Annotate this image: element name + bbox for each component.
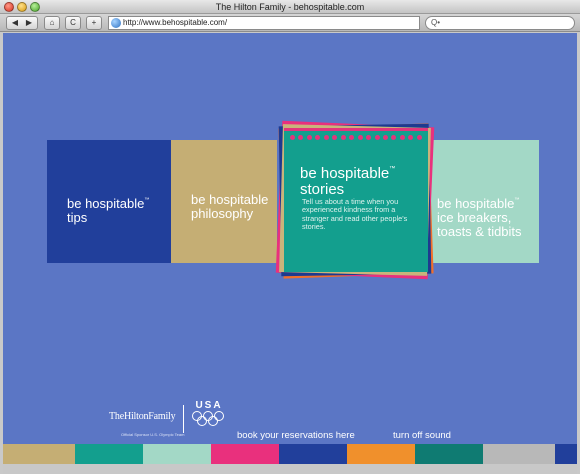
- binder-dot: [306, 135, 312, 140]
- sponsor-note: Official Sponsor U.S. Olympic Team: [121, 432, 185, 437]
- panel-icebreakers-line2: ice breakers,: [437, 210, 512, 225]
- reload-button[interactable]: C: [65, 16, 81, 30]
- address-bar[interactable]: http://www.behospitable.com/: [108, 16, 420, 30]
- logo-divider: [183, 405, 184, 433]
- stripe-segment: [347, 444, 415, 464]
- globe-icon: [111, 18, 121, 28]
- panel-stories[interactable]: be hospitable™ stories Tell us about a t…: [284, 128, 428, 272]
- panel-philosophy-line1: be hospitable: [191, 192, 269, 207]
- panel-icebreakers-line1: be hospitable: [437, 196, 515, 211]
- stripe-segment: [211, 444, 279, 464]
- close-window-button[interactable]: [4, 2, 14, 12]
- stripe-segment: [555, 444, 577, 464]
- stripe-segment: [279, 444, 347, 464]
- home-button[interactable]: ⌂: [44, 16, 60, 30]
- hilton-family-logo[interactable]: TheHiltonFamily: [109, 411, 176, 422]
- reload-icon: C: [70, 18, 76, 27]
- binder-dot: [323, 135, 329, 140]
- stripe-segment: [143, 444, 211, 464]
- panel-tips-title: be hospitable™ tips: [67, 193, 149, 225]
- search-placeholder: Q•: [431, 18, 441, 27]
- stripe-segment: [3, 444, 75, 464]
- binder-dot: [366, 135, 372, 140]
- zoom-window-button[interactable]: [30, 2, 40, 12]
- panel-tips[interactable]: be hospitable™ tips: [47, 140, 171, 263]
- back-icon[interactable]: ◀: [8, 17, 22, 29]
- panel-stories-line2: stories: [300, 181, 345, 198]
- binder-dot: [416, 135, 422, 140]
- minimize-window-button[interactable]: [17, 2, 27, 12]
- forward-icon[interactable]: ▶: [22, 17, 36, 29]
- binder-dots: [290, 135, 422, 141]
- panel-philosophy-line2: philosophy: [191, 206, 254, 221]
- usa-label: USA: [195, 400, 223, 411]
- home-icon: ⌂: [49, 18, 55, 27]
- stripe-segment: [483, 444, 555, 464]
- browser-toolbar: ◀ ▶ ⌂ C + http://www.behospitable.com/ Q•: [0, 14, 580, 32]
- binder-dot: [374, 135, 380, 140]
- panel-icebreakers[interactable]: be hospitable™ ice breakers, toasts & ti…: [431, 140, 539, 263]
- panel-philosophy-title: be hospitable philosophy: [191, 193, 268, 221]
- trademark-mark: ™: [144, 197, 150, 203]
- binder-dot: [298, 135, 304, 140]
- plus-icon: +: [91, 18, 97, 27]
- page-bottom-bar: [3, 464, 577, 474]
- binder-dot: [382, 135, 388, 140]
- binder-dot: [349, 135, 355, 140]
- panel-philosophy[interactable]: be hospitable philosophy: [171, 140, 277, 263]
- binder-dot: [315, 135, 321, 140]
- panel-icebreakers-line3: toasts & tidbits: [437, 224, 522, 239]
- window-titlebar: The Hilton Family - behospitable.com: [0, 0, 580, 14]
- binder-dot: [408, 135, 414, 140]
- back-forward-group: ◀ ▶: [6, 16, 38, 30]
- search-input[interactable]: Q•: [425, 16, 575, 30]
- url-text: http://www.behospitable.com/: [123, 18, 228, 27]
- window-title: The Hilton Family - behospitable.com: [215, 2, 365, 12]
- trademark-mark: ™: [389, 166, 396, 172]
- usa-olympic-logo: USA: [189, 400, 229, 436]
- binder-dot: [357, 135, 363, 140]
- olympic-rings-icon: [189, 411, 229, 427]
- trademark-mark: ™: [514, 197, 520, 203]
- panel-tips-line1: be hospitable: [67, 196, 145, 211]
- binder-dot: [290, 135, 295, 140]
- binder-dot: [332, 135, 338, 140]
- panel-stories-description: Tell us about a time when you experience…: [302, 197, 408, 232]
- binder-dot: [340, 135, 346, 140]
- book-reservations-link[interactable]: book your reservations here: [237, 430, 355, 441]
- panel-stories-line1: be hospitable: [300, 165, 390, 182]
- add-bookmark-button[interactable]: +: [86, 16, 102, 30]
- panel-stories-title: be hospitable™ stories: [300, 161, 395, 198]
- stripe-segment: [75, 444, 143, 464]
- color-stripe: [3, 444, 577, 464]
- page-content: be hospitable™ tips be hospitable philos…: [3, 33, 577, 474]
- panel-tips-line2: tips: [67, 210, 88, 225]
- binder-dot: [391, 135, 397, 140]
- stripe-segment: [415, 444, 483, 464]
- binder-dot: [399, 135, 405, 140]
- turn-off-sound-link[interactable]: turn off sound: [393, 430, 451, 441]
- panel-icebreakers-title: be hospitable™ ice breakers, toasts & ti…: [437, 193, 522, 239]
